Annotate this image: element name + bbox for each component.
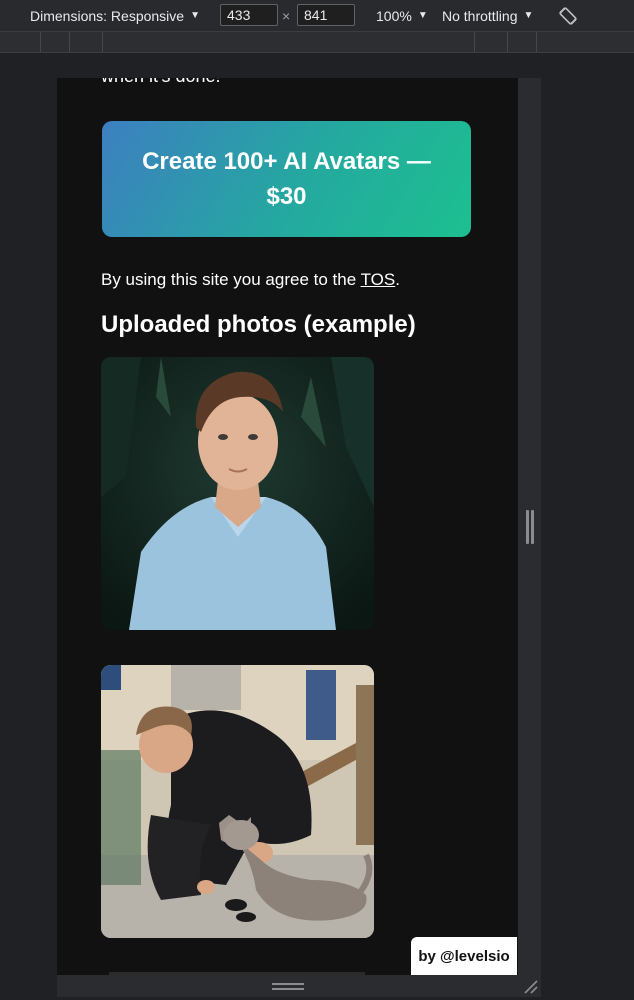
resize-corner-icon[interactable] [522,978,538,994]
ruler-divider [474,32,475,52]
intro-text: when it's done! [101,78,221,87]
dimensions-dropdown[interactable]: Dimensions: Responsive ▼ [30,0,200,31]
tos-notice: By using this site you agree to the TOS. [101,270,400,290]
ruler-divider [40,32,41,52]
media-query-bar[interactable] [0,31,634,53]
create-avatars-button[interactable]: Create 100+ AI Avatars — $30 [102,121,471,237]
chevron-down-icon: ▼ [417,10,428,21]
dimensions-label: Dimensions: Responsive [30,7,185,24]
zoom-label: 100% [376,7,412,24]
ruler-divider [69,32,70,52]
ruler-divider [507,32,508,52]
tos-prefix: By using this site you agree to the [101,270,361,289]
uploaded-photos-heading: Uploaded photos (example) [101,311,416,338]
times-symbol: × [282,7,291,24]
example-photo [101,357,374,630]
example-photo [101,665,374,938]
height-input[interactable]: 841 [297,4,355,26]
create-avatars-button-label: Create 100+ AI Avatars — $30 [142,148,431,210]
throttling-dropdown[interactable]: No throttling ▼ [442,0,533,31]
drag-handle-icon[interactable] [525,510,535,544]
device-toolbar: Dimensions: Responsive ▼ 433 × 841 100% … [0,0,634,31]
by-levelsio-badge[interactable]: by @levelsio [411,937,517,975]
ruler-divider [536,32,537,52]
bottom-drag-handle-icon[interactable] [272,983,304,991]
zoom-dropdown[interactable]: 100% ▼ [376,0,428,31]
throttling-label: No throttling [442,7,518,24]
chevron-down-icon: ▼ [190,10,200,21]
tos-link[interactable]: TOS [361,270,396,289]
width-input[interactable]: 433 [220,4,278,26]
page-viewport: when it's done! Create 100+ AI Avatars —… [57,78,518,975]
tos-suffix: . [395,270,400,289]
rotate-icon[interactable] [558,6,578,26]
chevron-down-icon: ▼ [523,10,534,21]
ruler-divider [102,32,103,52]
